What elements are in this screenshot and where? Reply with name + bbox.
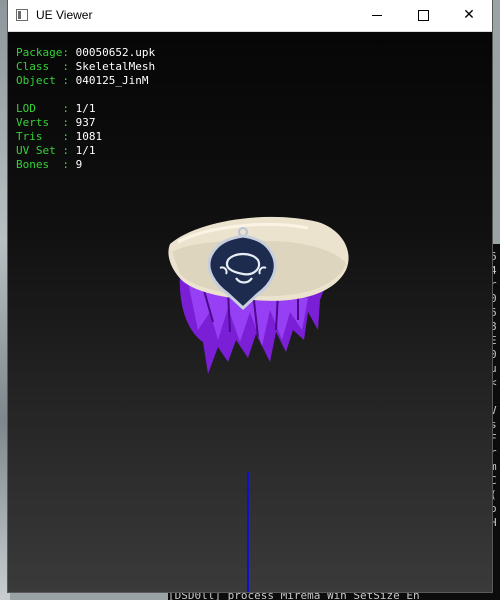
object-value: 040125_JinM <box>75 74 149 87</box>
minimize-button[interactable] <box>354 0 400 31</box>
bones-value: 9 <box>75 158 83 171</box>
mesh-info-overlay: Package: 00050652.upk Class : SkeletalMe… <box>16 46 155 172</box>
close-button[interactable]: ✕ <box>446 0 492 31</box>
maximize-button[interactable] <box>400 0 446 31</box>
info-class: Class : SkeletalMesh <box>16 60 156 73</box>
tris-value: 1081 <box>75 130 103 143</box>
window-title: UE Viewer <box>36 8 93 22</box>
close-icon: ✕ <box>463 7 475 23</box>
class-value: SkeletalMesh <box>75 60 156 73</box>
minimize-icon <box>372 14 382 16</box>
maximize-icon <box>417 9 429 21</box>
skeletal-mesh-model <box>168 216 349 374</box>
info-lod: LOD : 1/1 <box>16 102 96 115</box>
package-value: 00050652.upk <box>75 46 156 59</box>
info-object: Object : 040125_JinM <box>16 74 149 87</box>
title-bar[interactable]: UE Viewer ✕ <box>8 0 492 32</box>
info-uvset: UV Set : 1/1 <box>16 144 96 157</box>
uvset-value: 1/1 <box>75 144 96 157</box>
axis-line <box>247 472 249 592</box>
info-tris: Tris : 1081 <box>16 130 103 143</box>
verts-value: 937 <box>75 116 96 129</box>
info-package: Package: 00050652.upk <box>16 46 156 59</box>
app-icon <box>16 9 28 21</box>
info-verts: Verts : 937 <box>16 116 96 129</box>
lod-value: 1/1 <box>75 102 96 115</box>
info-bones: Bones : 9 <box>16 158 83 171</box>
ue-viewer-window: UE Viewer ✕ Package: 00050652.upk Class … <box>8 0 492 592</box>
3d-viewport[interactable]: Package: 00050652.upk Class : SkeletalMe… <box>8 32 492 592</box>
